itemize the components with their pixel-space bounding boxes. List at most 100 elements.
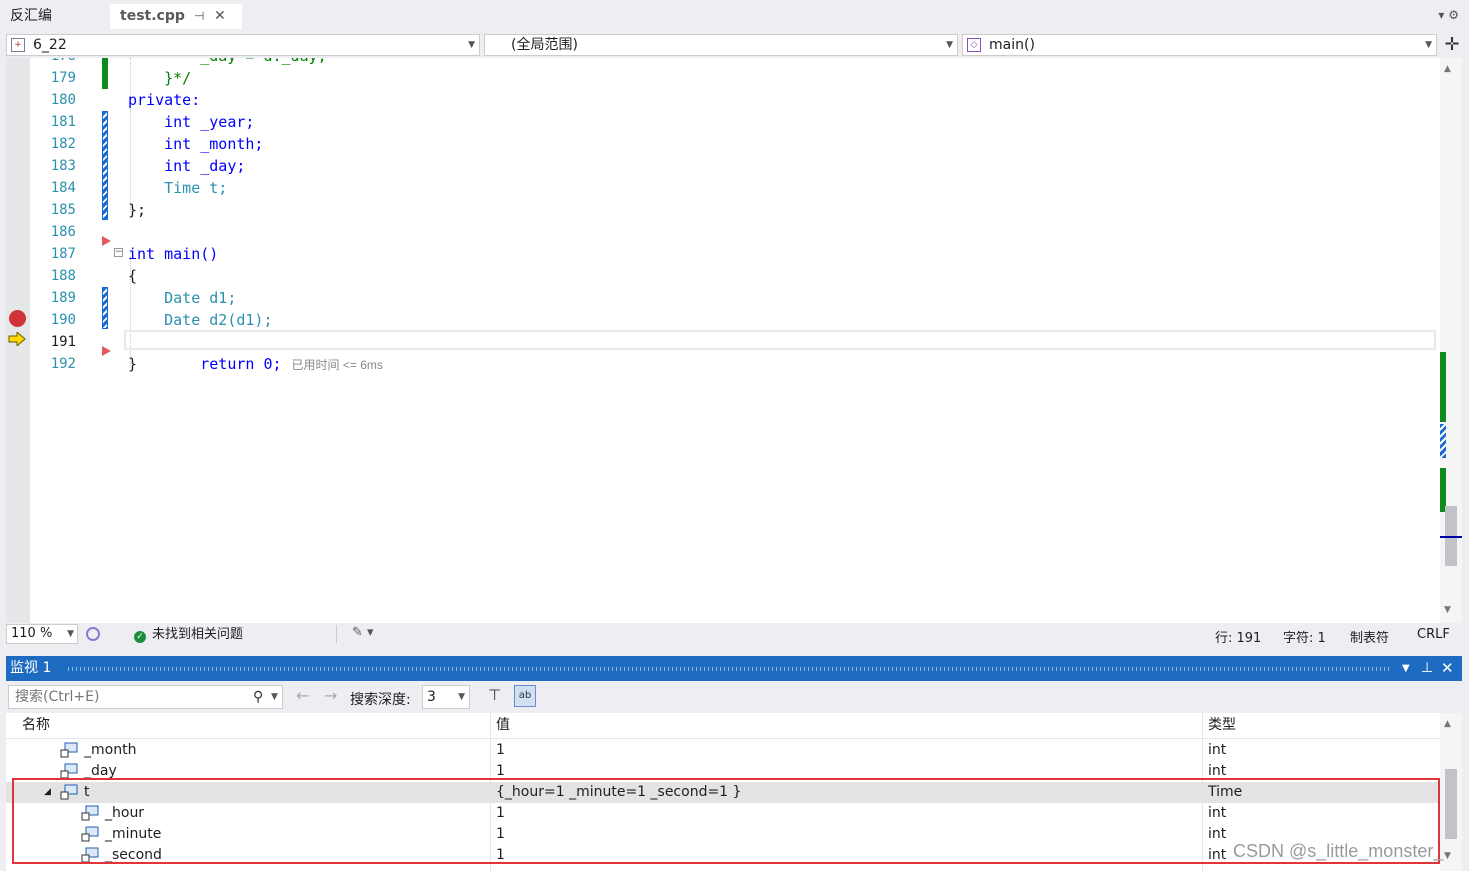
editor-status-bar: 110 % ▼ ✓ 未找到相关问题 ✎ ▾ 行: 191 字符: 1 制表符 CR… xyxy=(6,623,1462,646)
perf-tip-icon xyxy=(102,346,111,356)
watch-title: 监视 1 xyxy=(10,660,52,676)
line-number: 188 xyxy=(50,268,76,284)
highlight-annotation-box xyxy=(12,778,1440,864)
code-line: private: xyxy=(128,91,201,109)
project-value: 6_22 xyxy=(33,37,67,53)
line-number: 179 xyxy=(50,70,76,86)
editor-scrollbar[interactable]: ▲ ▼ xyxy=(1440,58,1462,623)
depth-value: 3 xyxy=(427,689,436,705)
line-number: 180 xyxy=(50,92,76,108)
perf-tip-icon xyxy=(102,236,111,246)
row-type: int xyxy=(1208,742,1227,758)
reverted-change-bar xyxy=(102,287,108,329)
health-indicator-icon[interactable] xyxy=(86,627,100,641)
tab-label: test.cpp xyxy=(120,8,185,24)
collapse-toggle-icon[interactable]: − xyxy=(114,248,123,257)
divider xyxy=(336,625,337,643)
line-indicator[interactable]: 行: 191 xyxy=(1215,627,1261,646)
saved-change-bar xyxy=(102,58,108,89)
issues-status[interactable]: ✓ 未找到相关问题 xyxy=(134,625,243,644)
code-line: }; xyxy=(128,201,147,219)
current-statement-arrow-icon xyxy=(8,330,26,348)
pin-icon[interactable]: ⊥ xyxy=(1421,656,1433,681)
view-format-icon[interactable]: ab xyxy=(514,685,536,707)
code-line: Date d2(d1); xyxy=(128,311,273,329)
navigation-bar: + 6_22 ▼ (全局范围) ▼ ◇ main() ▼ ✛ xyxy=(6,33,1462,58)
search-forward-arrow-icon[interactable]: → xyxy=(324,686,337,705)
close-icon[interactable]: ✕ xyxy=(1441,656,1454,681)
close-icon[interactable]: ✕ xyxy=(214,4,226,29)
line-number: 187 xyxy=(50,246,76,262)
chevron-down-icon: ▼ xyxy=(1425,40,1432,50)
code-line: int _month; xyxy=(128,135,264,153)
code-line: int main() xyxy=(128,245,219,263)
chevron-down-icon: ▼ xyxy=(946,40,953,50)
map-change-green xyxy=(1440,352,1446,422)
project-dropdown[interactable]: + 6_22 ▼ xyxy=(6,34,480,56)
column-header-type[interactable]: 类型 xyxy=(1208,713,1236,738)
line-number: 191 xyxy=(50,334,76,350)
check-icon: ✓ xyxy=(134,631,146,643)
pin-icon[interactable]: ⊣ xyxy=(194,4,204,29)
line-number: 189 xyxy=(50,290,76,306)
zoom-value: 110 % xyxy=(11,626,53,641)
code-line: }*/ xyxy=(128,69,192,87)
chevron-down-icon: ▼ xyxy=(458,692,465,702)
code-editor[interactable]: − 178 179 180 181 182 183 184 185 186 18… xyxy=(6,58,1462,623)
search-input[interactable]: 搜索(Ctrl+E) ⚲ ▼ xyxy=(8,685,283,709)
code-line: Date d1; xyxy=(128,289,237,307)
line-number: 186 xyxy=(50,224,76,240)
tab-test-cpp[interactable]: test.cpp ⊣ ✕ xyxy=(110,4,242,29)
search-icon[interactable]: ⚲ xyxy=(253,686,263,708)
row-value[interactable]: 1 xyxy=(496,740,505,761)
code-line: _day = d._day; xyxy=(128,58,326,67)
code-line: Time t; xyxy=(128,179,228,197)
code-cleanup-broom-icon[interactable]: ✎ ▾ xyxy=(352,625,374,640)
column-header-name[interactable]: 名称 xyxy=(22,713,50,738)
method-cube-icon: ◇ xyxy=(967,38,981,52)
reverted-change-bar xyxy=(102,111,108,220)
chevron-down-icon: ▼ xyxy=(67,629,74,639)
chevron-down-icon: ▼ xyxy=(468,40,475,50)
scope-dropdown[interactable]: (全局范围) ▼ xyxy=(484,34,958,56)
zoom-combo[interactable]: 110 % ▼ xyxy=(6,624,78,644)
pin-to-source-icon[interactable]: ⊤ xyxy=(488,686,501,704)
map-change-blue xyxy=(1440,424,1446,458)
depth-label: 搜索深度: xyxy=(350,692,411,708)
title-grip xyxy=(68,667,1392,671)
issues-text: 未找到相关问题 xyxy=(152,627,244,642)
perf-tip-text[interactable]: 已用时间 <= 6ms xyxy=(292,358,383,372)
tab-options[interactable]: ▾ ⚙ xyxy=(1438,8,1459,22)
header-divider xyxy=(6,738,1440,739)
scroll-up-arrow-icon[interactable]: ▲ xyxy=(1444,64,1451,74)
private-field-icon xyxy=(60,742,78,758)
function-value: main() xyxy=(989,37,1035,53)
function-dropdown[interactable]: ◇ main() ▼ xyxy=(962,34,1437,56)
eol-indicator[interactable]: CRLF xyxy=(1417,627,1450,642)
column-header-value[interactable]: 值 xyxy=(496,713,510,738)
scroll-thumb[interactable] xyxy=(1445,769,1457,839)
line-number: 181 xyxy=(50,114,76,130)
char-indicator[interactable]: 字符: 1 xyxy=(1283,627,1326,646)
search-back-arrow-icon[interactable]: ← xyxy=(296,686,309,705)
watch-row[interactable]: _month 1 int xyxy=(6,740,1440,761)
scroll-down-arrow-icon[interactable]: ▼ xyxy=(1444,851,1451,861)
scroll-up-arrow-icon[interactable]: ▲ xyxy=(1444,719,1451,729)
code-line: int _day; xyxy=(128,157,246,175)
depth-combo[interactable]: 3 ▼ xyxy=(422,685,470,709)
split-window-icon[interactable]: ✛ xyxy=(1442,33,1462,57)
code-text: return 0; xyxy=(164,355,282,373)
project-icon: + xyxy=(11,38,25,52)
line-number: 178 xyxy=(36,58,76,67)
scroll-down-arrow-icon[interactable]: ▼ xyxy=(1444,605,1451,615)
tab-disassembly[interactable]: 反汇编 xyxy=(0,4,114,29)
window-menu-icon[interactable]: ▼ xyxy=(1402,656,1410,681)
watermark-text: CSDN @s_little_monster_ xyxy=(1233,841,1444,861)
indent-indicator[interactable]: 制表符 xyxy=(1350,627,1389,646)
caret-position-marker xyxy=(1440,536,1462,538)
breakpoint-icon[interactable] xyxy=(9,310,26,327)
scope-value: (全局范围) xyxy=(511,37,578,53)
line-number: 184 xyxy=(50,180,76,196)
chevron-down-icon[interactable]: ▼ xyxy=(271,686,278,708)
line-number: 192 xyxy=(50,356,76,372)
